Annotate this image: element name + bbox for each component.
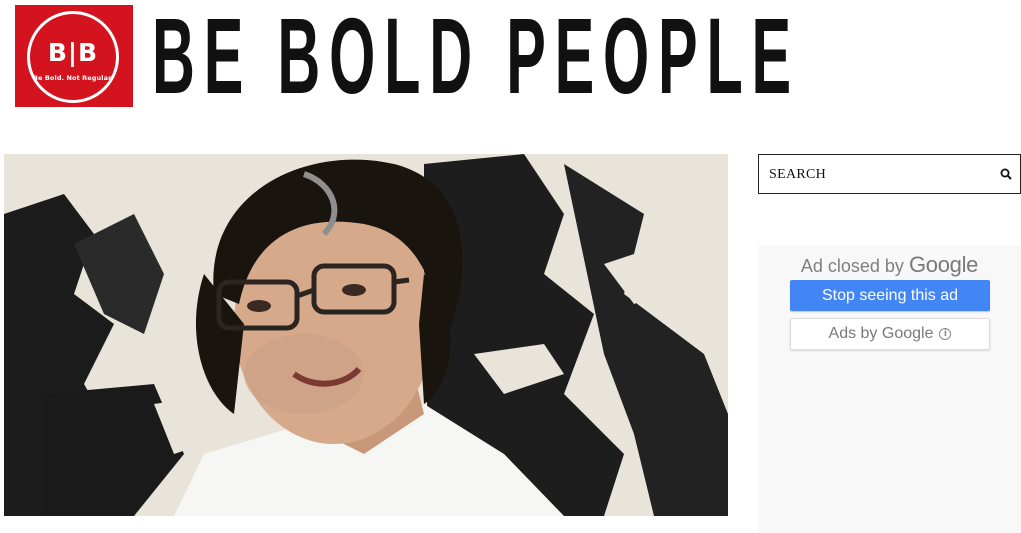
logo-circle: B|B Be Bold. Not Regular. [27,11,119,103]
stop-seeing-ad-button[interactable]: Stop seeing this ad [790,280,990,311]
search-button[interactable] [998,167,1014,183]
info-icon: i [939,328,952,340]
ad-closed-prefix: Ad closed by [800,256,904,276]
ads-by-google-button[interactable]: Ads by Google i [790,318,990,350]
featured-image[interactable] [4,154,728,516]
ad-closed-message: Ad closed by Google [758,252,1021,278]
logo-mark: B|B [47,38,99,67]
search-box [758,154,1021,194]
site-title[interactable]: BE BOLD PEOPLE [152,2,800,110]
portrait-photo [4,154,728,516]
logo-tagline: Be Bold. Not Regular. [32,74,114,82]
google-wordmark: Google [908,252,979,277]
ads-by-google-label: Ads by Google [828,325,934,342]
search-icon [1000,168,1012,180]
search-input[interactable] [769,165,989,185]
ad-container: Ad closed by Google Stop seeing this ad … [758,246,1021,533]
site-logo[interactable]: B|B Be Bold. Not Regular. [15,5,133,107]
